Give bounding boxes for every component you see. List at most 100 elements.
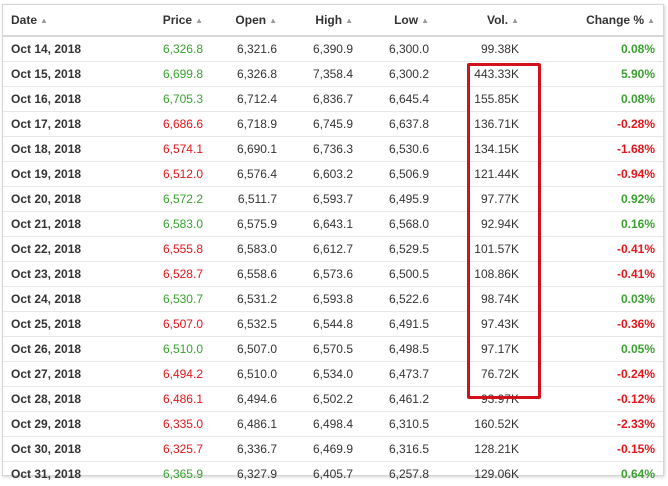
cell-low: 6,310.5 [361,412,437,437]
cell-price: 6,486.1 [131,387,211,412]
table-row: Oct 18, 20186,574.16,690.16,736.36,530.6… [3,137,663,162]
sort-arrows-icon: ▲︎ [345,16,353,25]
sort-arrows-icon: ▲︎ [421,16,429,25]
cell-high: 6,643.1 [285,212,361,237]
cell-price: 6,583.0 [131,212,211,237]
cell-high: 6,836.7 [285,87,361,112]
cell-change-percent: -2.33% [527,412,663,437]
column-header-volume[interactable]: Vol.▲︎ [437,5,527,36]
cell-change-percent: 0.08% [527,87,663,112]
cell-change-percent: 0.03% [527,287,663,312]
column-header-high[interactable]: High▲︎ [285,5,361,36]
cell-high: 6,573.6 [285,262,361,287]
table-row: Oct 25, 20186,507.06,532.56,544.86,491.5… [3,312,663,337]
cell-volume: 97.17K [437,337,527,362]
cell-price: 6,507.0 [131,312,211,337]
cell-open: 6,558.6 [211,262,285,287]
cell-low: 6,522.6 [361,287,437,312]
cell-low: 6,257.8 [361,462,437,486]
cell-volume: 136.71K [437,112,527,137]
cell-low: 6,491.5 [361,312,437,337]
cell-date: Oct 16, 2018 [3,87,131,112]
cell-volume: 160.52K [437,412,527,437]
cell-volume: 76.72K [437,362,527,387]
table-row: Oct 15, 20186,699.86,326.87,358.46,300.2… [3,62,663,87]
cell-open: 6,327.9 [211,462,285,486]
cell-high: 6,593.7 [285,187,361,212]
cell-price: 6,574.1 [131,137,211,162]
table-row: Oct 26, 20186,510.06,507.06,570.56,498.5… [3,337,663,362]
cell-high: 6,745.9 [285,112,361,137]
table-row: Oct 30, 20186,325.76,336.76,469.96,316.5… [3,437,663,462]
column-header-change-percent[interactable]: Change %▲︎ [527,5,663,36]
column-header-price[interactable]: Price▲︎ [131,5,211,36]
cell-date: Oct 23, 2018 [3,262,131,287]
cell-date: Oct 19, 2018 [3,162,131,187]
cell-volume: 101.57K [437,237,527,262]
cell-price: 6,494.2 [131,362,211,387]
cell-price: 6,528.7 [131,262,211,287]
table-row: Oct 17, 20186,686.66,718.96,745.96,637.8… [3,112,663,137]
cell-high: 6,544.8 [285,312,361,337]
column-header-open[interactable]: Open▲︎ [211,5,285,36]
cell-high: 6,498.4 [285,412,361,437]
table-row: Oct 31, 20186,365.96,327.96,405.76,257.8… [3,462,663,486]
cell-price: 6,705.3 [131,87,211,112]
cell-date: Oct 15, 2018 [3,62,131,87]
cell-date: Oct 29, 2018 [3,412,131,437]
cell-date: Oct 27, 2018 [3,362,131,387]
table-row: Oct 23, 20186,528.76,558.66,573.66,500.5… [3,262,663,287]
cell-open: 6,494.6 [211,387,285,412]
cell-low: 6,637.8 [361,112,437,137]
cell-volume: 155.85K [437,87,527,112]
cell-change-percent: -0.94% [527,162,663,187]
cell-price: 6,325.7 [131,437,211,462]
cell-volume: 121.44K [437,162,527,187]
sort-arrows-icon: ▲︎ [647,16,655,25]
cell-price: 6,572.2 [131,187,211,212]
cell-open: 6,576.4 [211,162,285,187]
cell-date: Oct 18, 2018 [3,137,131,162]
cell-low: 6,461.2 [361,387,437,412]
cell-high: 6,570.5 [285,337,361,362]
table-row: Oct 14, 20186,326.86,321.66,390.96,300.0… [3,36,663,62]
column-header-low[interactable]: Low▲︎ [361,5,437,36]
cell-change-percent: -0.12% [527,387,663,412]
cell-price: 6,335.0 [131,412,211,437]
table-row: Oct 19, 20186,512.06,576.46,603.26,506.9… [3,162,663,187]
cell-volume: 97.43K [437,312,527,337]
cell-open: 6,326.8 [211,62,285,87]
cell-volume: 128.21K [437,437,527,462]
cell-open: 6,511.7 [211,187,285,212]
cell-open: 6,336.7 [211,437,285,462]
table-row: Oct 28, 20186,486.16,494.66,502.26,461.2… [3,387,663,412]
cell-date: Oct 31, 2018 [3,462,131,486]
table-row: Oct 27, 20186,494.26,510.06,534.06,473.7… [3,362,663,387]
cell-change-percent: -0.41% [527,262,663,287]
table-row: Oct 20, 20186,572.26,511.76,593.76,495.9… [3,187,663,212]
cell-price: 6,686.6 [131,112,211,137]
cell-low: 6,530.6 [361,137,437,162]
sort-arrows-icon: ▲︎ [511,16,519,25]
cell-high: 6,390.9 [285,36,361,62]
cell-volume: 134.15K [437,137,527,162]
cell-change-percent: 0.08% [527,36,663,62]
cell-change-percent: 0.05% [527,337,663,362]
table-header-row: Date▲︎ Price▲︎ Open▲︎ High▲︎ Low▲︎ Vol.▲… [3,5,663,36]
table-row: Oct 29, 20186,335.06,486.16,498.46,310.5… [3,412,663,437]
cell-date: Oct 21, 2018 [3,212,131,237]
cell-high: 6,534.0 [285,362,361,387]
table-row: Oct 16, 20186,705.36,712.46,836.76,645.4… [3,87,663,112]
cell-open: 6,532.5 [211,312,285,337]
cell-price: 6,512.0 [131,162,211,187]
cell-low: 6,316.5 [361,437,437,462]
cell-change-percent: -0.15% [527,437,663,462]
cell-change-percent: -0.36% [527,312,663,337]
cell-date: Oct 25, 2018 [3,312,131,337]
table-row: Oct 22, 20186,555.86,583.06,612.76,529.5… [3,237,663,262]
column-header-date[interactable]: Date▲︎ [3,5,131,36]
cell-open: 6,690.1 [211,137,285,162]
cell-price: 6,326.8 [131,36,211,62]
cell-low: 6,568.0 [361,212,437,237]
cell-change-percent: -1.68% [527,137,663,162]
